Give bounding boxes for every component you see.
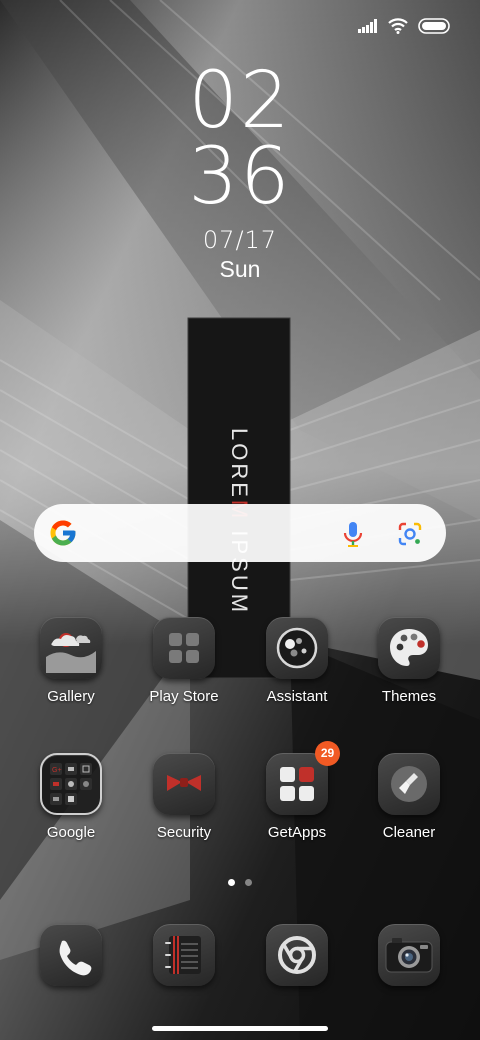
dock-camera[interactable] [353,924,465,986]
play-store-icon [153,617,215,679]
page-indicator-inactive[interactable] [245,879,252,886]
app-google-folder[interactable]: G+ Google [15,753,127,841]
app-label: GetApps [267,824,327,841]
wifi-icon [388,18,408,34]
google-search-bar[interactable] [34,504,446,562]
camera-icon [378,924,440,986]
app-label: Google [46,824,96,841]
app-label: Gallery [47,688,95,705]
palette-icon [378,617,440,679]
app-label: Security [156,824,212,841]
dock-chrome[interactable] [241,924,353,986]
app-label: Assistant [266,688,328,705]
notes-icon [153,924,215,986]
getapps-icon: 29 [266,741,340,815]
app-label: Play Store [149,688,219,705]
chrome-icon [266,924,328,986]
dock-notes[interactable] [128,924,240,986]
clock-hours[interactable]: 02 [0,62,480,140]
security-icon [153,753,215,815]
app-assistant[interactable]: Assistant [241,617,353,705]
google-g-icon [50,520,76,546]
app-cleaner[interactable]: Cleaner [353,753,465,841]
dock-phone[interactable] [15,924,127,986]
phone-icon [40,924,102,986]
clock-day: Sun [219,256,261,282]
microphone-icon[interactable] [340,520,366,548]
cleaner-icon [378,753,440,815]
page-indicator-active[interactable] [228,879,235,886]
google-lens-icon[interactable] [396,520,424,548]
battery-icon [418,18,450,34]
signal-icon [358,19,377,33]
google-folder-icon: G+ [40,753,102,815]
notification-badge: 29 [315,741,340,766]
app-security[interactable]: Security [128,753,240,841]
gallery-icon [40,617,102,679]
app-gallery[interactable]: Gallery [15,617,127,705]
app-getapps[interactable]: 29 GetApps [241,741,353,841]
app-label: Cleaner [382,824,436,841]
clock-date: 07/17 [202,226,278,254]
app-themes[interactable]: Themes [353,617,465,705]
status-bar [358,14,450,38]
app-label: Themes [381,688,437,705]
svg-text:G+: G+ [52,767,62,774]
app-play-store[interactable]: Play Store [128,617,240,705]
clock-minutes[interactable]: 36 [0,138,480,216]
assistant-icon [266,617,328,679]
home-gesture-bar[interactable] [152,1026,328,1031]
